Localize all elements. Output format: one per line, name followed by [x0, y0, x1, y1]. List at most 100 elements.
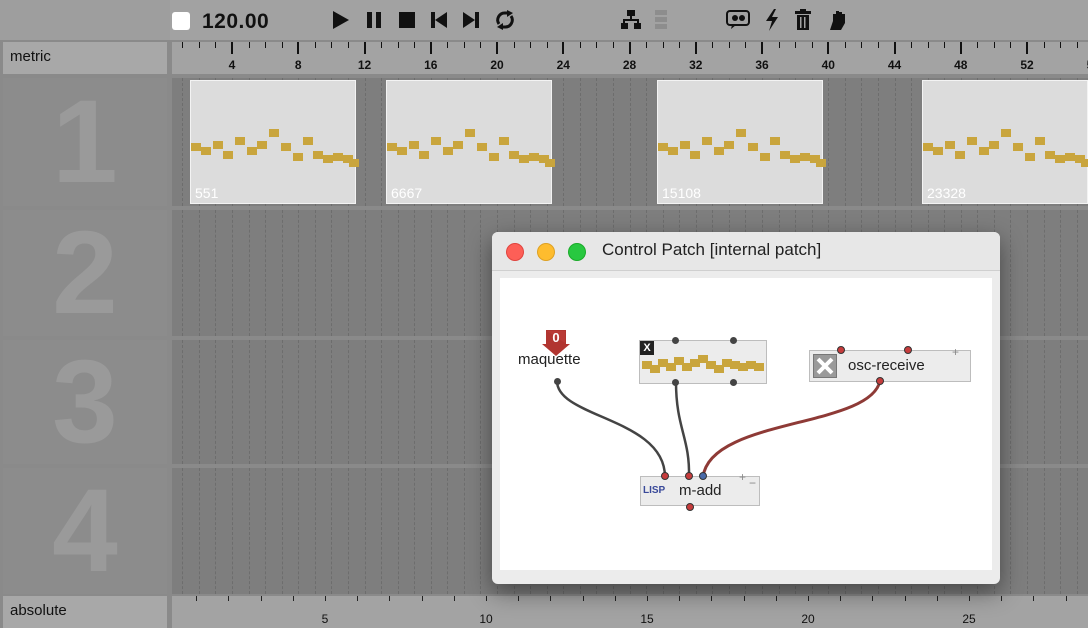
absolute-tick-label: 20 [801, 612, 815, 626]
pause-icon[interactable] [363, 8, 385, 32]
window-titlebar[interactable]: Control Patch [internal patch] [492, 232, 1000, 271]
grid-line [1010, 468, 1012, 594]
absolute-tick [1001, 596, 1003, 601]
track-1-header[interactable]: 1 [3, 78, 167, 206]
hand-icon[interactable] [826, 8, 850, 32]
clip[interactable]: 6667 [386, 80, 555, 204]
ruler-minor-tick [381, 42, 383, 48]
bpf-outlet[interactable] [672, 379, 679, 386]
grid-line [480, 468, 482, 594]
ruler-minor-tick [712, 42, 714, 48]
grid-line [430, 468, 432, 594]
previous-icon[interactable] [428, 8, 450, 32]
grid-line [298, 210, 300, 336]
grid-line [447, 340, 449, 464]
maquette-outlet[interactable] [554, 378, 561, 385]
track-list-icon[interactable] [654, 8, 668, 32]
absolute-ruler-label-box: absolute [3, 596, 167, 628]
control-patch-window[interactable]: Control Patch [internal patch] 0 maquett… [492, 232, 1000, 584]
clip-note [1055, 155, 1065, 163]
bpf-box[interactable]: X [639, 340, 767, 384]
ruler-tick [827, 42, 830, 54]
grid-line [397, 210, 399, 336]
track-2-header[interactable]: 2 [3, 210, 167, 336]
osc-close-icon[interactable] [813, 354, 837, 378]
next-icon[interactable] [460, 8, 482, 32]
bpf-outlet[interactable] [730, 379, 737, 386]
grid-line [1076, 210, 1078, 336]
grid-line [182, 78, 184, 206]
m-add-inlet[interactable] [685, 472, 693, 480]
track-1-lane[interactable]: 551 6667 15108 23328 [172, 78, 1088, 206]
clip-note [477, 143, 487, 151]
grid-line [198, 210, 200, 336]
clip[interactable]: 23328 [922, 80, 1088, 204]
patch-tree-icon[interactable] [619, 8, 643, 32]
minimize-window-button[interactable] [537, 243, 555, 261]
grid-line [364, 468, 366, 594]
ruler-tick-label: 8 [294, 58, 302, 72]
clip-note [816, 159, 826, 167]
ruler-tick [231, 42, 233, 54]
clip-note [702, 137, 712, 145]
absolute-tick-label: 25 [962, 612, 976, 626]
grid-line [1010, 340, 1012, 464]
absolute-ruler[interactable]: 5 10 15 20 25 [172, 596, 1088, 628]
track-3-header[interactable]: 3 [3, 340, 167, 464]
plus-icon[interactable]: + [739, 470, 746, 484]
lightning-icon[interactable] [762, 8, 782, 32]
m-add-inlet[interactable] [661, 472, 669, 480]
play-icon[interactable] [330, 8, 352, 32]
eval-icon[interactable] [725, 8, 751, 32]
track-number: 1 [52, 76, 118, 208]
patch-canvas[interactable]: 0 maquette X osc-receive + LISP m-add + [500, 278, 992, 570]
trash-icon[interactable] [793, 8, 813, 32]
zoom-window-button[interactable] [568, 243, 586, 261]
grid-line [646, 78, 648, 206]
bpf-inlet[interactable] [672, 337, 679, 344]
m-add-box[interactable]: LISP m-add + − [640, 470, 760, 506]
metric-ruler[interactable]: 48121620242832364044485256 [172, 42, 1088, 74]
ruler-tick [628, 42, 631, 54]
ruler-minor-tick [927, 42, 929, 48]
grid-line [430, 340, 432, 464]
ruler-tick-label: 32 [689, 58, 703, 72]
grid-line [1043, 340, 1045, 464]
tempo-checkbox[interactable] [172, 12, 190, 30]
tempo-value[interactable]: 120.00 [202, 10, 269, 34]
minus-icon[interactable]: − [749, 476, 756, 490]
m-add-inlet-optional[interactable] [699, 472, 707, 480]
osc-inlet[interactable] [904, 346, 912, 354]
absolute-tick [550, 596, 552, 601]
grid-line [397, 468, 399, 594]
grid-line [1027, 210, 1028, 336]
grid-line [314, 340, 316, 464]
grid-line [480, 340, 482, 464]
close-window-button[interactable] [506, 243, 524, 261]
loop-icon[interactable] [493, 8, 517, 32]
grid-line [414, 340, 416, 464]
clip-note [945, 141, 955, 149]
osc-outlet[interactable] [876, 377, 884, 385]
absolute-tick [518, 596, 520, 601]
clip-note [714, 147, 724, 155]
ruler-minor-tick [844, 42, 846, 48]
track-4-header[interactable]: 4 [3, 468, 167, 594]
clip[interactable]: 551 [190, 80, 359, 204]
clip[interactable]: 15108 [657, 80, 826, 204]
m-add-outlet[interactable] [686, 503, 694, 511]
stop-icon[interactable] [396, 8, 418, 32]
clip-note [419, 151, 429, 159]
ruler-minor-tick [977, 42, 979, 48]
maquette-label[interactable]: maquette [518, 351, 581, 368]
plus-icon[interactable]: + [952, 345, 959, 359]
bpf-note [754, 363, 764, 371]
osc-receive-box[interactable]: osc-receive + [809, 345, 971, 382]
ruler-minor-tick [1010, 42, 1012, 48]
osc-inlet[interactable] [837, 346, 845, 354]
ruler-tick [959, 42, 962, 54]
clip-note [760, 153, 770, 161]
close-icon[interactable]: X [640, 341, 654, 355]
absolute-tick [647, 596, 648, 601]
bpf-inlet[interactable] [730, 337, 737, 344]
